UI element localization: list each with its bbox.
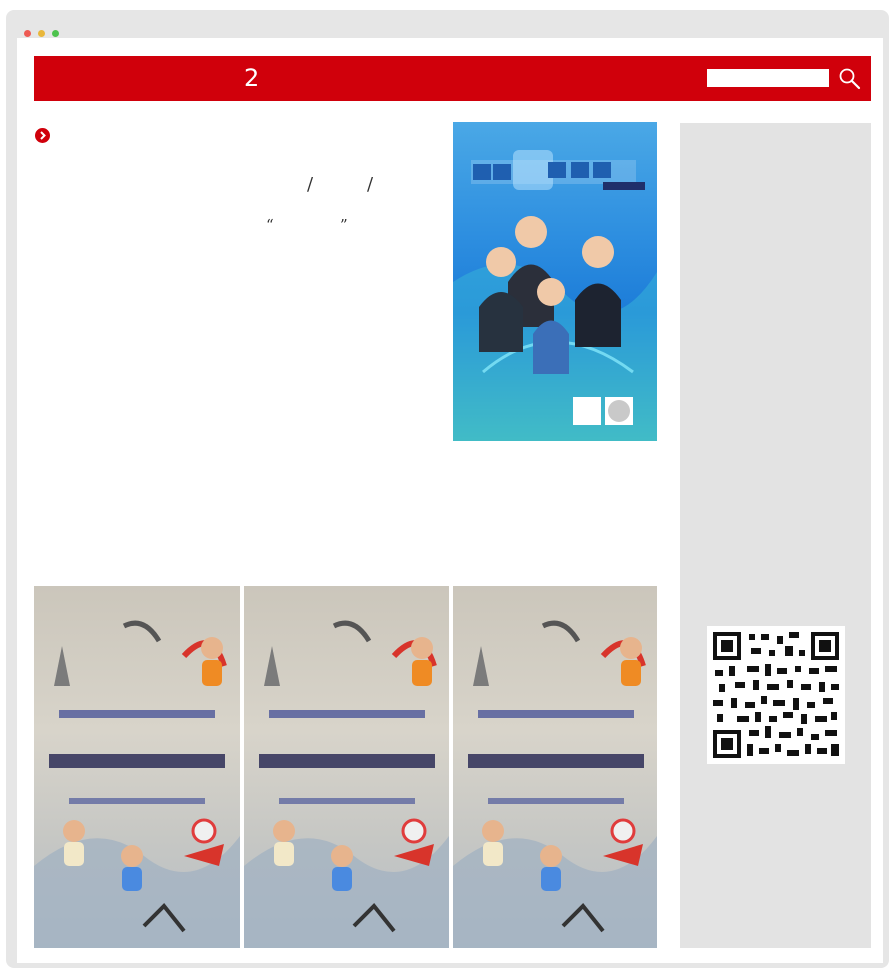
close-dot[interactable] [24,30,31,37]
slash-glyph-1: / [307,174,314,195]
search-input[interactable] [707,69,829,87]
event-poster-image[interactable] [453,122,657,441]
poster-image-2[interactable] [244,586,449,948]
slash-glyph-2: / [367,174,374,195]
poster-image-3[interactable] [453,586,657,948]
poster-image-1[interactable] [34,586,240,948]
window-controls [24,30,59,37]
right-sidebar [680,123,871,948]
quote-close: ” [340,216,348,234]
maximize-dot[interactable] [52,30,59,37]
quote-open: “ [266,216,274,234]
minimize-dot[interactable] [38,30,45,37]
header-title: 2 [244,64,261,92]
chevron-right-circle-icon [35,128,50,143]
site-header: 2 [34,56,871,101]
qr-code-image [707,626,845,764]
search-icon [839,68,861,90]
search-button[interactable] [838,67,862,91]
